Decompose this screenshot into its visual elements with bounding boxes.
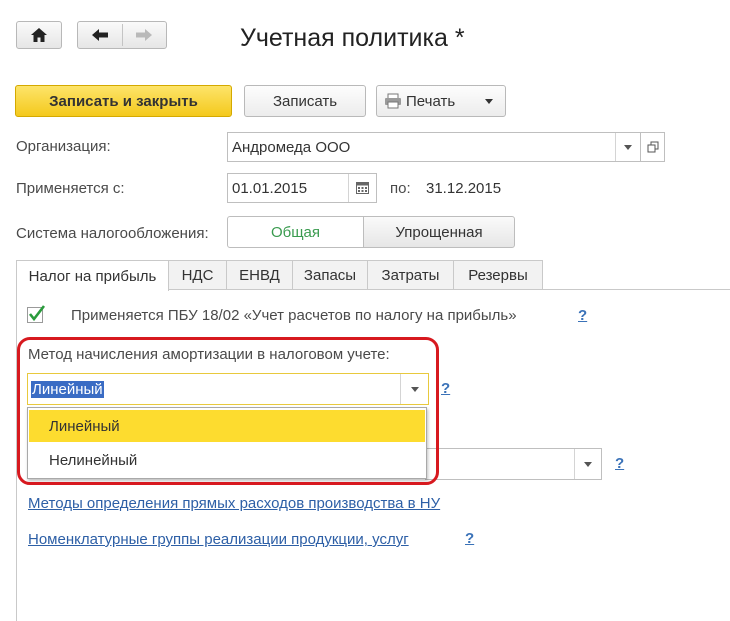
forward-button[interactable] <box>123 22 166 48</box>
tax-system-option-simplified[interactable]: Упрощенная <box>363 216 515 248</box>
save-and-close-label: Записать и закрыть <box>49 92 198 110</box>
date-to-value: 31.12.2015 <box>426 180 502 197</box>
calendar-button[interactable] <box>348 174 376 202</box>
tab-bar: Налог на прибыль НДС ЕНВД Запасы Затраты… <box>16 260 543 291</box>
calendar-icon <box>356 182 369 194</box>
back-button[interactable] <box>78 22 122 48</box>
tab-vat[interactable]: НДС <box>168 260 227 290</box>
tax-system-option-general-label: Общая <box>270 223 321 241</box>
secondary-help-link[interactable]: ? <box>615 455 624 472</box>
organization-value: Андромеда ООО <box>232 138 351 156</box>
chevron-down-icon <box>485 99 493 104</box>
tab-vat-label: НДС <box>181 267 214 284</box>
highlight-callout <box>17 337 439 485</box>
tab-bar-baseline <box>169 289 730 290</box>
tab-costs-label: Затраты <box>381 267 440 284</box>
tab-inventory[interactable]: Запасы <box>292 260 368 290</box>
date-to-label: по: <box>390 180 411 197</box>
printer-icon <box>385 93 401 109</box>
chevron-down-icon <box>624 144 632 150</box>
organization-dropdown-button[interactable] <box>615 133 640 161</box>
print-label: Печать <box>406 92 456 110</box>
print-button[interactable]: Печать <box>376 85 506 117</box>
chevron-down-icon <box>584 461 592 467</box>
tax-system-label: Система налогообложения: <box>16 225 209 242</box>
save-and-close-button[interactable]: Записать и закрыть <box>15 85 232 117</box>
tab-costs[interactable]: Затраты <box>367 260 454 290</box>
page-title: Учетная политика * <box>240 24 465 52</box>
open-window-icon <box>647 141 658 153</box>
tab-envd[interactable]: ЕНВД <box>226 260 293 290</box>
pbu-label: Применяется ПБУ 18/02 «Учет расчетов по … <box>71 307 517 324</box>
secondary-select-dropdown-button[interactable] <box>574 449 601 479</box>
tab-envd-label: ЕНВД <box>239 267 280 284</box>
organization-field[interactable]: Андромеда ООО <box>227 132 641 162</box>
home-icon <box>31 28 47 42</box>
tab-reserves-label: Резервы <box>468 267 528 284</box>
tab-profit-tax-label: Налог на прибыль <box>28 267 157 285</box>
organization-label: Организация: <box>16 138 111 155</box>
secondary-select[interactable] <box>425 448 602 480</box>
tax-system-option-general[interactable]: Общая <box>227 216 364 248</box>
organization-open-button[interactable] <box>640 132 665 162</box>
tab-reserves[interactable]: Резервы <box>453 260 543 290</box>
checkmark-icon <box>27 305 46 323</box>
arrow-left-icon <box>92 29 108 41</box>
tab-profit-tax[interactable]: Налог на прибыль <box>16 260 169 291</box>
home-button[interactable] <box>16 21 62 49</box>
arrow-right-icon <box>136 29 152 41</box>
pbu-checkbox[interactable] <box>27 305 46 324</box>
save-label: Записать <box>272 92 338 110</box>
save-button[interactable]: Записать <box>244 85 366 117</box>
tab-inventory-label: Запасы <box>303 267 357 284</box>
direct-costs-link[interactable]: Методы определения прямых расходов произ… <box>28 495 440 512</box>
nomenclature-groups-link[interactable]: Номенклатурные группы реализации продукц… <box>28 531 409 548</box>
pbu-help-link[interactable]: ? <box>578 307 587 324</box>
period-label: Применяется с: <box>16 180 125 197</box>
amortization-help-link[interactable]: ? <box>441 380 450 397</box>
date-from-field[interactable]: 01.01.2015 <box>227 173 377 203</box>
date-from-value: 01.01.2015 <box>232 179 308 197</box>
tax-system-option-simplified-label: Упрощенная <box>395 223 483 241</box>
nomenclature-help-link[interactable]: ? <box>465 530 474 547</box>
